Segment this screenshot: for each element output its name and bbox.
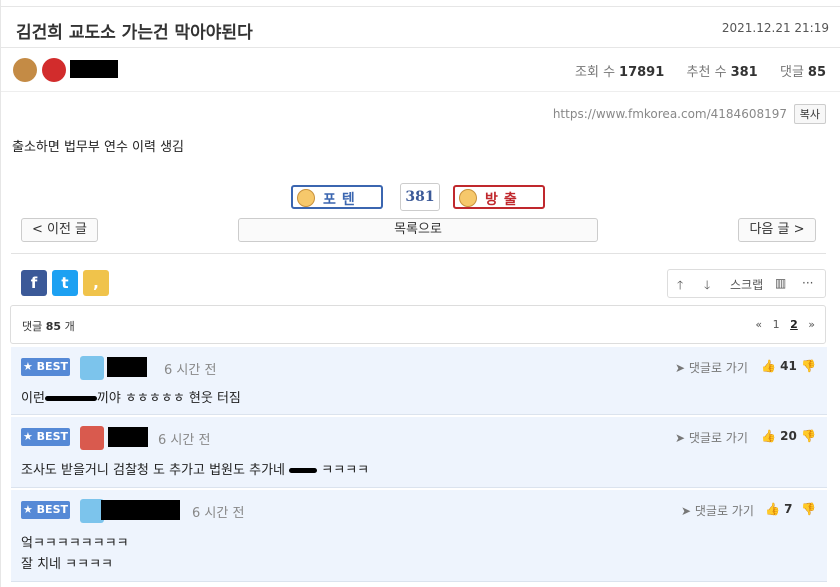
comment-item: ★ BEST 6 시간 전 ➤ 댓글로 가기 👍 20 👎 조사도 받을거니 검… bbox=[11, 417, 827, 488]
comment-time: 6 시간 전 bbox=[164, 363, 217, 378]
thumbs-down-icon[interactable]: 👎 bbox=[801, 429, 816, 443]
potent-button[interactable]: 포텐 bbox=[291, 185, 383, 209]
comment-header: 댓글 85 개 « 1 2 » bbox=[10, 305, 826, 344]
level-icon bbox=[13, 58, 37, 82]
comment-text-line-1: 엌ㅋㅋㅋㅋㅋㅋㅋㅋ bbox=[21, 536, 129, 551]
comment-count-number: 85 bbox=[45, 320, 62, 333]
comment-text-part: 조사도 받을거니 검찰청 도 추가고 법원도 추가네 bbox=[21, 463, 285, 478]
go-to-comment-label: 댓글로 가기 bbox=[688, 361, 748, 375]
commenter-name-redacted[interactable] bbox=[108, 427, 148, 447]
thumbs-up-face-icon bbox=[297, 189, 315, 207]
comment-like[interactable]: 👍 7 bbox=[765, 502, 792, 516]
post-tools: 🡑 🡓 스크랩 ▥ ··· bbox=[667, 269, 826, 298]
thumbs-down-icon[interactable]: 👎 bbox=[801, 502, 816, 516]
vote-count: 381 bbox=[400, 183, 440, 211]
comment-text-line-2: 잘 치네 ㅋㅋㅋㅋ bbox=[21, 557, 113, 572]
best-badge: ★ BEST bbox=[21, 428, 70, 446]
comment-like[interactable]: 👍 41 bbox=[761, 359, 797, 373]
comment-item: ★ BEST 6 시간 전 ➤ 댓글로 가기 👍 41 👎 이런 끼야 ㅎㅎㅎㅎㅎ… bbox=[11, 347, 827, 415]
comment-like[interactable]: 👍 20 bbox=[761, 429, 797, 443]
like-count: 7 bbox=[784, 502, 793, 516]
like-count: 20 bbox=[780, 429, 797, 443]
pager-first-icon[interactable]: « bbox=[755, 318, 762, 331]
best-badge: ★ BEST bbox=[21, 501, 70, 519]
best-badge: ★ BEST bbox=[21, 358, 70, 376]
page-link-2[interactable]: 2 bbox=[790, 318, 798, 331]
go-to-comment-link[interactable]: ➤ 댓글로 가기 bbox=[675, 359, 748, 376]
author-name-redacted[interactable] bbox=[70, 60, 118, 78]
copy-url-button[interactable]: 복사 bbox=[793, 104, 826, 124]
pager-last-icon[interactable]: » bbox=[808, 318, 815, 331]
comment-time: 6 시간 전 bbox=[192, 506, 245, 521]
divider bbox=[11, 253, 826, 254]
scrap-button[interactable]: 스크랩 bbox=[730, 276, 763, 293]
go-to-comment-label: 댓글로 가기 bbox=[694, 504, 754, 518]
post-title: 김건희 교도소 가는건 막아야된다 bbox=[16, 23, 253, 43]
comment-count: 댓글 85 개 bbox=[22, 318, 75, 334]
prev-post-button[interactable]: < 이전 글 bbox=[21, 218, 98, 242]
list-button[interactable]: 목록으로 bbox=[238, 218, 598, 242]
post-body: 출소하면 법무부 연수 이력 생김 bbox=[12, 140, 185, 155]
commenter-name-redacted[interactable] bbox=[101, 500, 180, 520]
thumbs-down-face-icon bbox=[459, 189, 477, 207]
post-meta: 조회 수 17891 추천 수 381 댓글 85 bbox=[1, 49, 840, 92]
comment-count-prefix: 댓글 bbox=[22, 320, 43, 333]
potent-label: 포텐 bbox=[323, 192, 361, 208]
go-to-comment-link[interactable]: ➤ 댓글로 가기 bbox=[681, 502, 754, 519]
page-link-1[interactable]: 1 bbox=[773, 318, 780, 331]
comments-count: 85 bbox=[807, 65, 826, 80]
recommend-label: 추천 수 bbox=[686, 65, 727, 80]
censor-scribble bbox=[289, 468, 318, 473]
go-to-comment-link[interactable]: ➤ 댓글로 가기 bbox=[675, 429, 748, 446]
comment-count-suffix: 개 bbox=[64, 320, 75, 333]
share-url[interactable]: https://www.fmkorea.com/4184608197 bbox=[553, 107, 787, 121]
comment-item: ★ BEST 6 시간 전 ➤ 댓글로 가기 👍 7 👎 엌ㅋㅋㅋㅋㅋㅋㅋㅋ 잘… bbox=[11, 490, 827, 582]
comment-text: 조사도 받을거니 검찰청 도 추가고 법원도 추가네 ㅋㅋㅋㅋ bbox=[21, 459, 369, 478]
go-to-comment-label: 댓글로 가기 bbox=[688, 431, 748, 445]
comment-text-part: 이런 bbox=[21, 391, 45, 406]
comment-pager: « 1 2 » bbox=[755, 318, 815, 331]
release-button[interactable]: 방출 bbox=[453, 185, 545, 209]
facebook-share-icon[interactable]: f bbox=[21, 270, 47, 296]
comment-text: 이런 끼야 ㅎㅎㅎㅎㅎ 현웃 터짐 bbox=[21, 387, 241, 406]
next-post-button[interactable]: 다음 글 > bbox=[738, 218, 816, 242]
comments-label: 댓글 bbox=[779, 65, 804, 80]
commenter-avatar bbox=[80, 426, 104, 450]
arrow-down-icon[interactable]: 🡓 bbox=[704, 276, 710, 297]
release-label: 방출 bbox=[485, 192, 523, 208]
kakaostory-share-icon[interactable]: , bbox=[83, 270, 109, 296]
thumbs-down-icon[interactable]: 👎 bbox=[801, 359, 816, 373]
censor-scribble bbox=[44, 396, 97, 401]
views-label: 조회 수 bbox=[575, 65, 616, 80]
post-stats: 조회 수 17891 추천 수 381 댓글 85 bbox=[575, 61, 826, 80]
comment-text-part: 끼야 ㅎㅎㅎㅎㅎ 현웃 터짐 bbox=[96, 391, 241, 406]
twitter-share-icon[interactable]: t bbox=[52, 270, 78, 296]
comment-text-part: ㅋㅋㅋㅋ bbox=[321, 463, 370, 478]
recommend-count: 381 bbox=[730, 65, 758, 80]
views-count: 17891 bbox=[619, 65, 665, 80]
bar-chart-icon[interactable]: ▥ bbox=[775, 276, 786, 290]
more-icon[interactable]: ··· bbox=[802, 276, 813, 290]
like-count: 41 bbox=[780, 359, 797, 373]
commenter-avatar bbox=[80, 356, 104, 380]
post-header: 김건희 교도소 가는건 막아야된다 2021.12.21 21:19 bbox=[1, 6, 840, 48]
commenter-name-redacted[interactable] bbox=[107, 357, 147, 377]
comment-time: 6 시간 전 bbox=[158, 433, 211, 448]
arrow-up-icon[interactable]: 🡑 bbox=[677, 276, 683, 297]
post-page: 김건희 교도소 가는건 막아야된다 2021.12.21 21:19 조회 수1… bbox=[0, 0, 840, 587]
post-datetime: 2021.12.21 21:19 bbox=[721, 21, 829, 35]
badge-icon bbox=[42, 58, 66, 82]
